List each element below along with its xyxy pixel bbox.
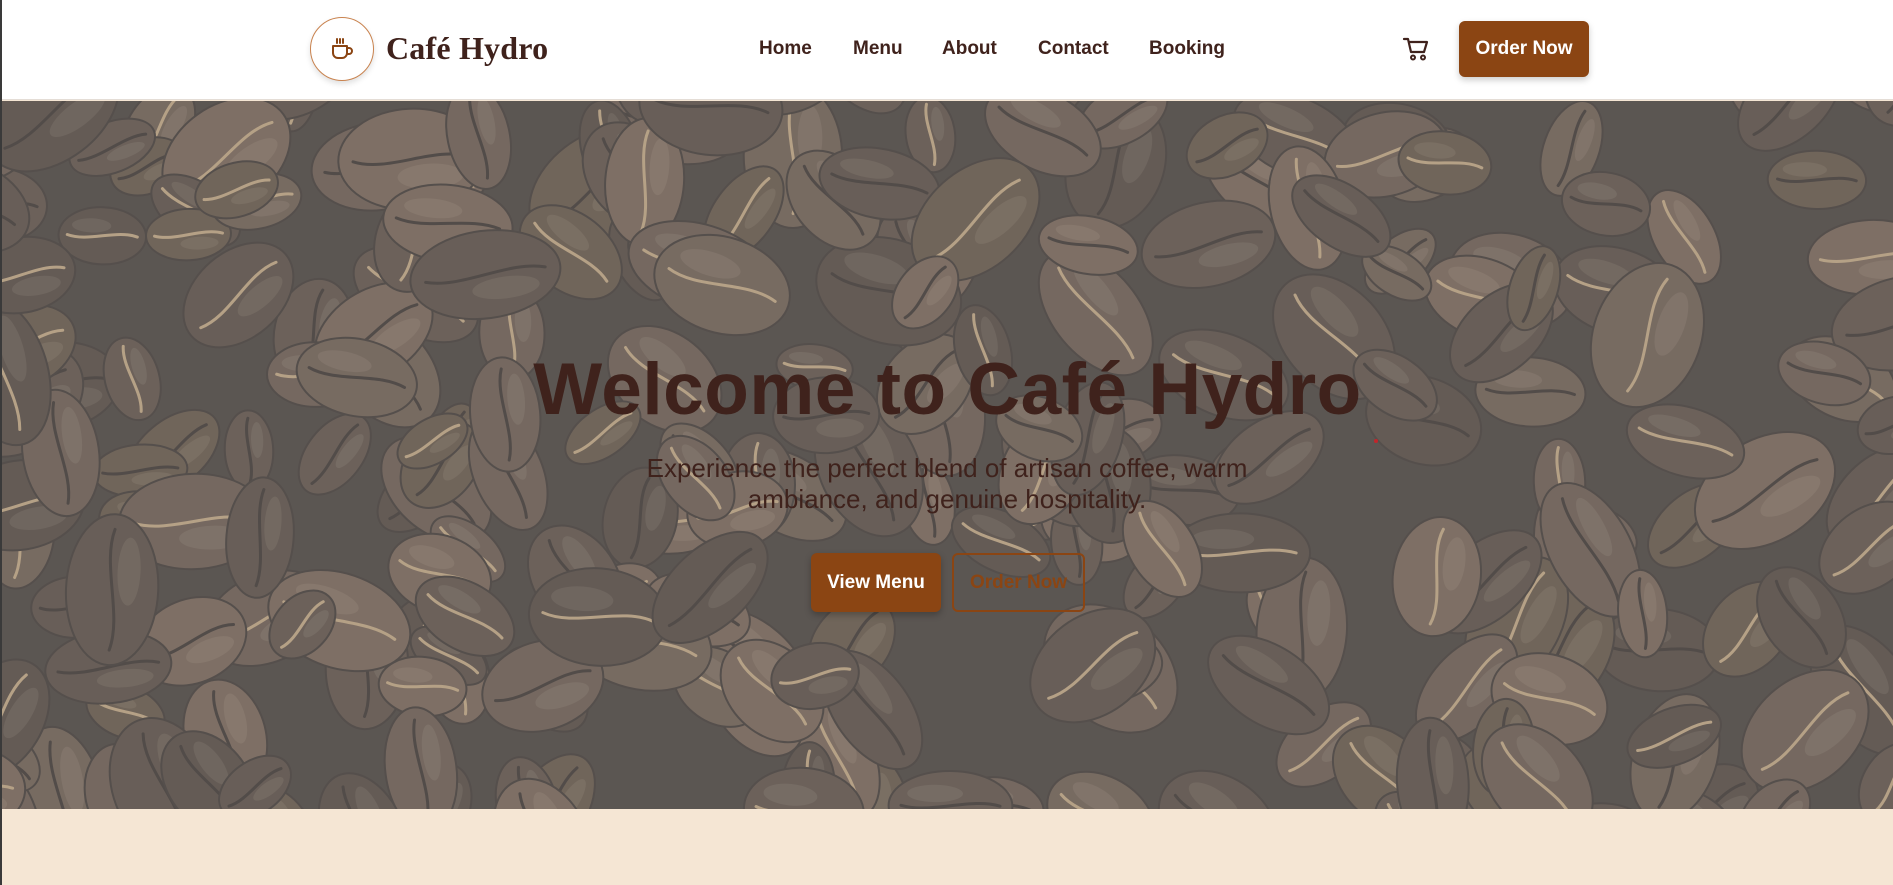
shopping-cart-icon [1402, 37, 1429, 61]
hero-section: Welcome to Café Hydro Experience the per… [2, 101, 1893, 809]
order-now-button[interactable]: Order Now [1459, 21, 1589, 77]
next-section [2, 809, 1893, 885]
nav-home[interactable]: Home [759, 38, 812, 60]
brand-name[interactable]: Café Hydro [386, 30, 548, 67]
nav-about[interactable]: About [942, 38, 997, 60]
nav-menu[interactable]: Menu [853, 38, 903, 60]
logo[interactable] [310, 17, 374, 81]
hero-subtitle: Experience the perfect blend of artisan … [646, 453, 1248, 514]
cursor-dot [1374, 439, 1378, 443]
cart-button[interactable] [1401, 35, 1431, 63]
view-menu-button[interactable]: View Menu [811, 553, 941, 612]
site-header: Café Hydro Home Menu About Contact Booki… [2, 0, 1893, 100]
coffee-cup-icon [332, 38, 353, 59]
nav-contact[interactable]: Contact [1038, 38, 1109, 60]
hero-order-now-button[interactable]: Order Now [952, 553, 1085, 612]
hero-title: Welcome to Café Hydro [533, 349, 1362, 430]
nav-booking[interactable]: Booking [1149, 38, 1225, 60]
